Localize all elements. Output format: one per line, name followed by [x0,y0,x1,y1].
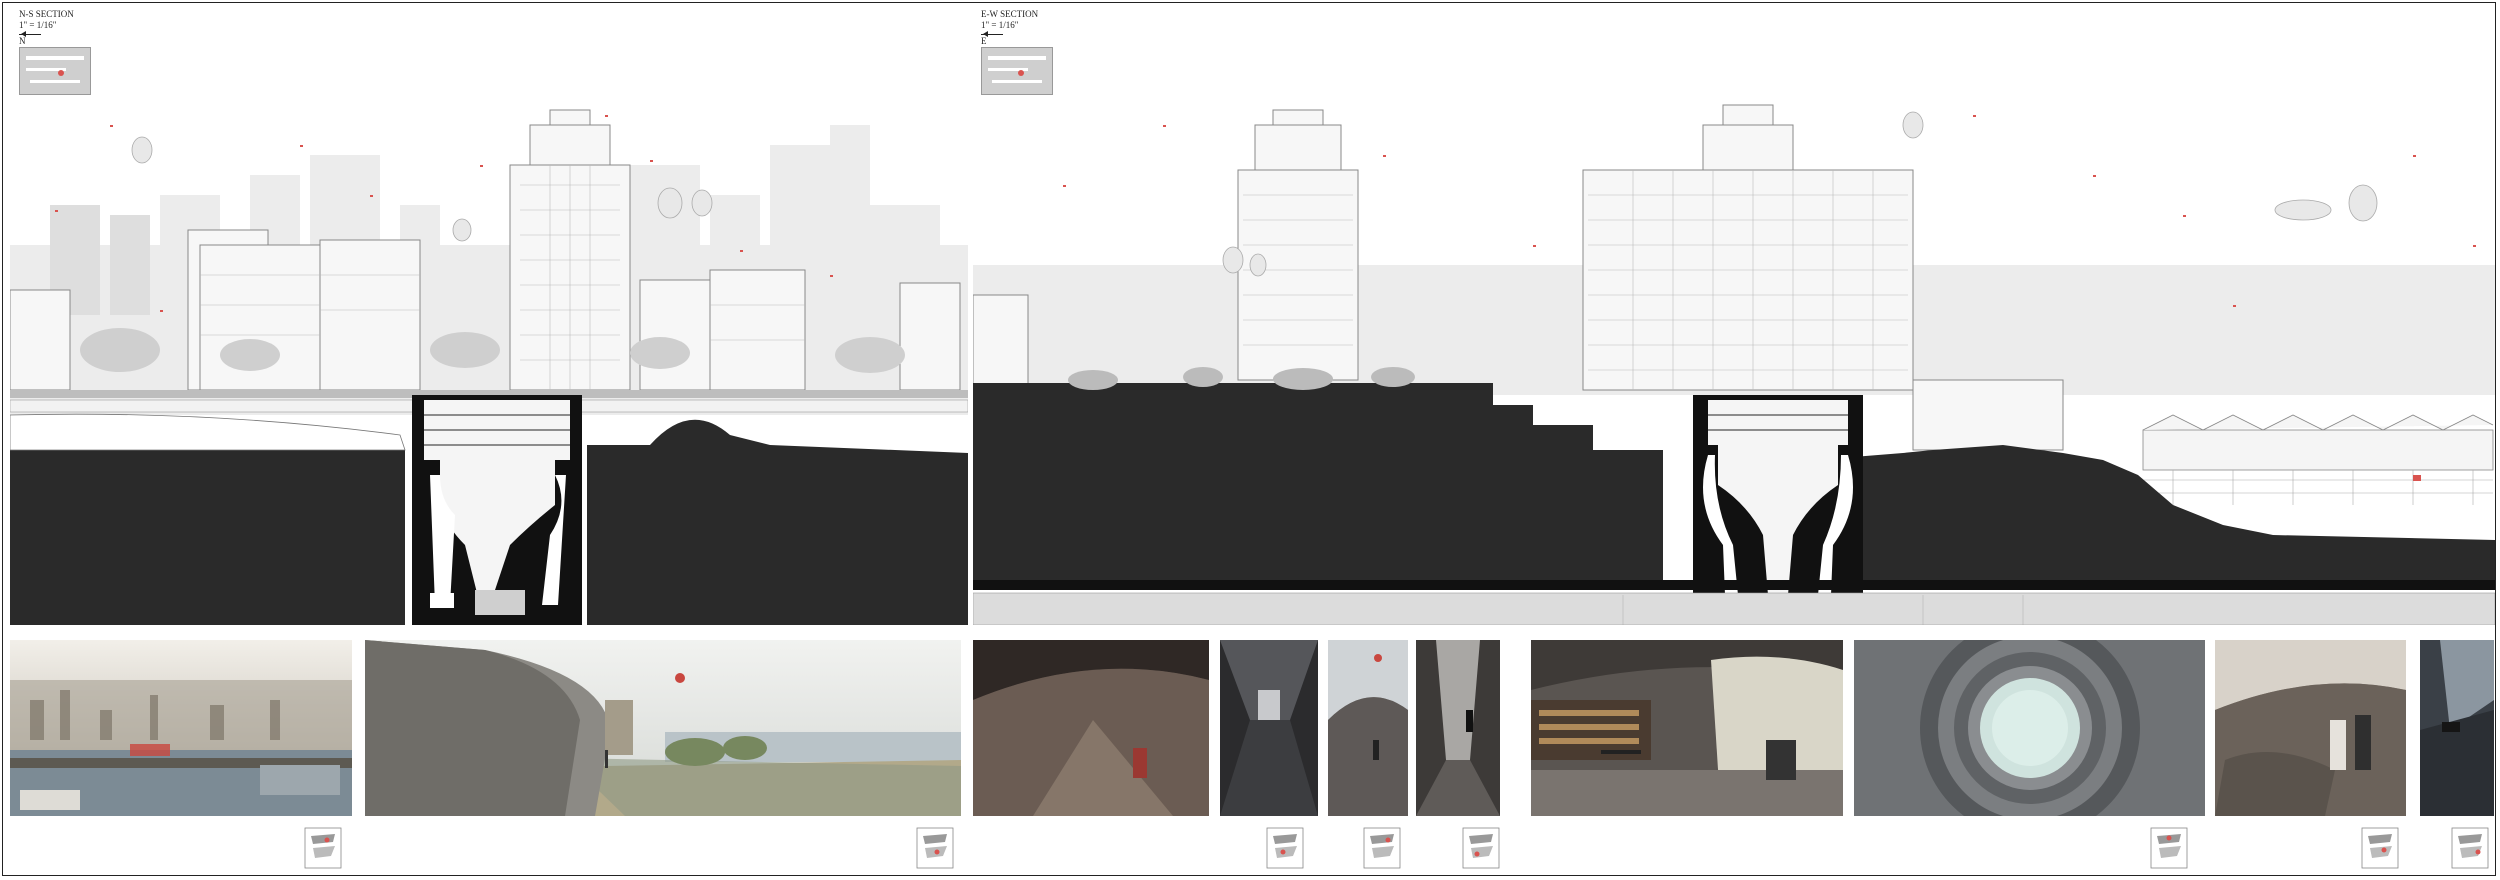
ramp-walkway-render [2215,640,2406,816]
greenhouse-structure [2142,414,2494,471]
window-seat-render [2420,640,2494,816]
key-diagram-icon [1459,826,1503,870]
ew-section-drawing [973,104,2495,625]
ew-section-panel: E-W SECTION 1" = 1/16" E [973,5,2495,625]
key-diagram-icon [1360,826,1404,870]
ns-section-panel: N-S SECTION 1" = 1/16" N [10,5,968,625]
key-diagram-icon [1263,826,1307,870]
key-diagram-icon [2147,826,2191,870]
skylight-corridor-render [1416,640,1500,816]
tunnel-interior-render-1 [973,640,1209,816]
library-interior-render [1531,640,1843,816]
key-diagram-icon [2358,826,2402,870]
ground-mass [973,383,1663,580]
aerial-view-render [10,640,352,816]
waterfront-render [365,640,961,816]
corridor-render [1220,640,1318,816]
ns-section-drawing [10,109,968,625]
key-diagram-icon [2448,826,2492,870]
presentation-board: N-S SECTION 1" = 1/16" N E-W SECTION 1" … [2,2,2496,876]
underground-shaft [412,395,582,625]
curved-wall-render [1328,640,1408,816]
background-skyline [10,125,968,415]
ground-mass [10,450,405,625]
key-diagram-icon [913,826,957,870]
oculus-shaft-render [1854,640,2205,816]
key-diagram-icon [301,826,345,870]
underground-shaft [1693,395,1863,595]
